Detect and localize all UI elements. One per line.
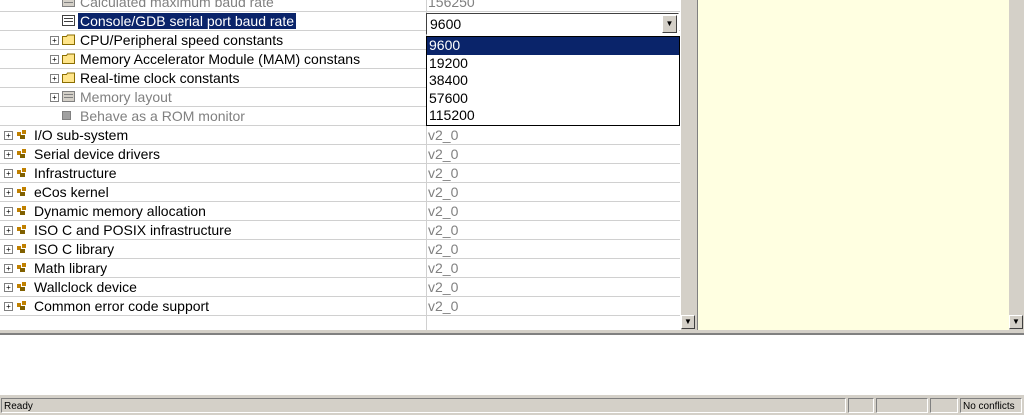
scroll-down-icon[interactable]: ▼ [1009, 315, 1023, 329]
tree-row-version: v2_0 [428, 184, 459, 200]
status-pane [930, 398, 958, 413]
tree-row-package[interactable]: + Common error code support v2_0 [0, 297, 680, 316]
expand-icon[interactable]: + [50, 93, 59, 102]
output-pane[interactable] [0, 333, 1024, 395]
status-pane [848, 398, 874, 413]
tree-row-label: Common error code support [34, 298, 210, 314]
tree-row-label: Memory layout [80, 89, 172, 105]
package-icon [17, 301, 26, 310]
tree-row-version: v2_0 [428, 222, 459, 238]
expand-icon[interactable]: + [4, 207, 13, 216]
tree-row-label: Real-time clock constants [80, 70, 240, 86]
dropdown-option[interactable]: 9600 [427, 37, 679, 55]
tree-row-label: Serial device drivers [34, 146, 161, 162]
package-icon [17, 149, 26, 158]
conflicts-status: No conflicts [960, 398, 1022, 413]
expand-icon[interactable]: + [50, 55, 59, 64]
folder-icon [62, 53, 75, 64]
baud-rate-select[interactable]: 9600 ▼ [426, 13, 679, 35]
tree-scrollbar[interactable]: ▼ [680, 0, 697, 330]
status-pane [876, 398, 928, 413]
tree-row-version: v2_0 [428, 146, 459, 162]
expand-icon[interactable]: + [4, 264, 13, 273]
tree-row-label: Calculated maximum baud rate [80, 0, 274, 10]
expand-icon[interactable]: + [4, 188, 13, 197]
tree-row-calc-baud[interactable]: Calculated maximum baud rate 156250 [0, 0, 680, 12]
expand-icon[interactable]: + [4, 245, 13, 254]
dropdown-option[interactable]: 38400 [427, 72, 679, 90]
tree-row-label: Console/GDB serial port baud rate [78, 13, 296, 29]
package-icon [17, 187, 26, 196]
baud-rate-value: 9600 [430, 16, 462, 32]
tree-row-version: v2_0 [428, 203, 459, 219]
package-icon [17, 244, 26, 253]
tree-row-label: ISO C and POSIX infrastructure [34, 222, 232, 238]
option-icon [62, 15, 75, 26]
expand-icon[interactable]: + [50, 36, 59, 45]
option-icon [62, 0, 75, 7]
tree-row-package[interactable]: + Infrastructure v2_0 [0, 164, 680, 183]
scroll-down-icon[interactable]: ▼ [681, 315, 695, 329]
tree-row-package[interactable]: + eCos kernel v2_0 [0, 183, 680, 202]
tree-row-package[interactable]: + ISO C and POSIX infrastructure v2_0 [0, 221, 680, 240]
tree-row-label: CPU/Peripheral speed constants [80, 32, 284, 48]
package-icon [17, 130, 26, 139]
status-bar: Ready No conflicts [0, 397, 1024, 415]
tree-row-label: Infrastructure [34, 165, 117, 181]
tree-row-label: Dynamic memory allocation [34, 203, 206, 219]
expand-icon[interactable]: + [4, 169, 13, 178]
tree-row-package[interactable]: + Serial device drivers v2_0 [0, 145, 680, 164]
folder-icon [62, 34, 75, 45]
tree-row-package[interactable]: + ISO C library v2_0 [0, 240, 680, 259]
tree-row-package[interactable]: + Wallclock device v2_0 [0, 278, 680, 297]
expand-icon[interactable]: + [4, 150, 13, 159]
tree-row-version: v2_0 [428, 260, 459, 276]
tree-row-package[interactable]: + Dynamic memory allocation v2_0 [0, 202, 680, 221]
tree-row-label: eCos kernel [34, 184, 109, 200]
tree-row-label: ISO C library [34, 241, 115, 257]
tree-row-package[interactable]: + Math library v2_0 [0, 259, 680, 278]
tree-row-label: Behave as a ROM monitor [80, 108, 245, 124]
expand-icon[interactable]: + [4, 302, 13, 311]
dropdown-option[interactable]: 57600 [427, 90, 679, 108]
tree-row-version: v2_0 [428, 241, 459, 257]
tree-row-version: v2_0 [428, 298, 459, 314]
tree-row-label: Memory Accelerator Module (MAM) constans [80, 51, 361, 67]
expand-icon[interactable]: + [4, 131, 13, 140]
option-icon [62, 91, 75, 102]
dropdown-option[interactable]: 19200 [427, 55, 679, 73]
chevron-down-icon[interactable]: ▼ [662, 15, 677, 33]
tree-row-label: Wallclock device [34, 279, 137, 295]
package-icon [17, 282, 26, 291]
tree-row-label: Math library [34, 260, 108, 276]
expand-icon[interactable]: + [4, 283, 13, 292]
tree-row-version: v2_0 [428, 279, 459, 295]
property-info-pane: ▼ [697, 0, 1024, 330]
tree-row-version: v2_0 [428, 127, 459, 143]
package-icon [17, 225, 26, 234]
package-icon [17, 206, 26, 215]
folder-icon [62, 72, 75, 83]
status-text: Ready [1, 398, 846, 413]
tree-row-value: 156250 [428, 0, 475, 10]
baud-rate-dropdown-list[interactable]: 9600 19200 38400 57600 115200 [426, 36, 680, 126]
checkbox-icon[interactable] [62, 110, 71, 121]
package-icon [17, 168, 26, 177]
tree-row-version: v2_0 [428, 165, 459, 181]
info-pane-scrollbar[interactable]: ▼ [1009, 0, 1024, 330]
dropdown-option[interactable]: 115200 [427, 107, 679, 125]
package-icon [17, 263, 26, 272]
expand-icon[interactable]: + [4, 226, 13, 235]
expand-icon[interactable]: + [50, 74, 59, 83]
tree-row-package[interactable]: + I/O sub-system v2_0 [0, 126, 680, 145]
tree-row-label: I/O sub-system [34, 127, 129, 143]
